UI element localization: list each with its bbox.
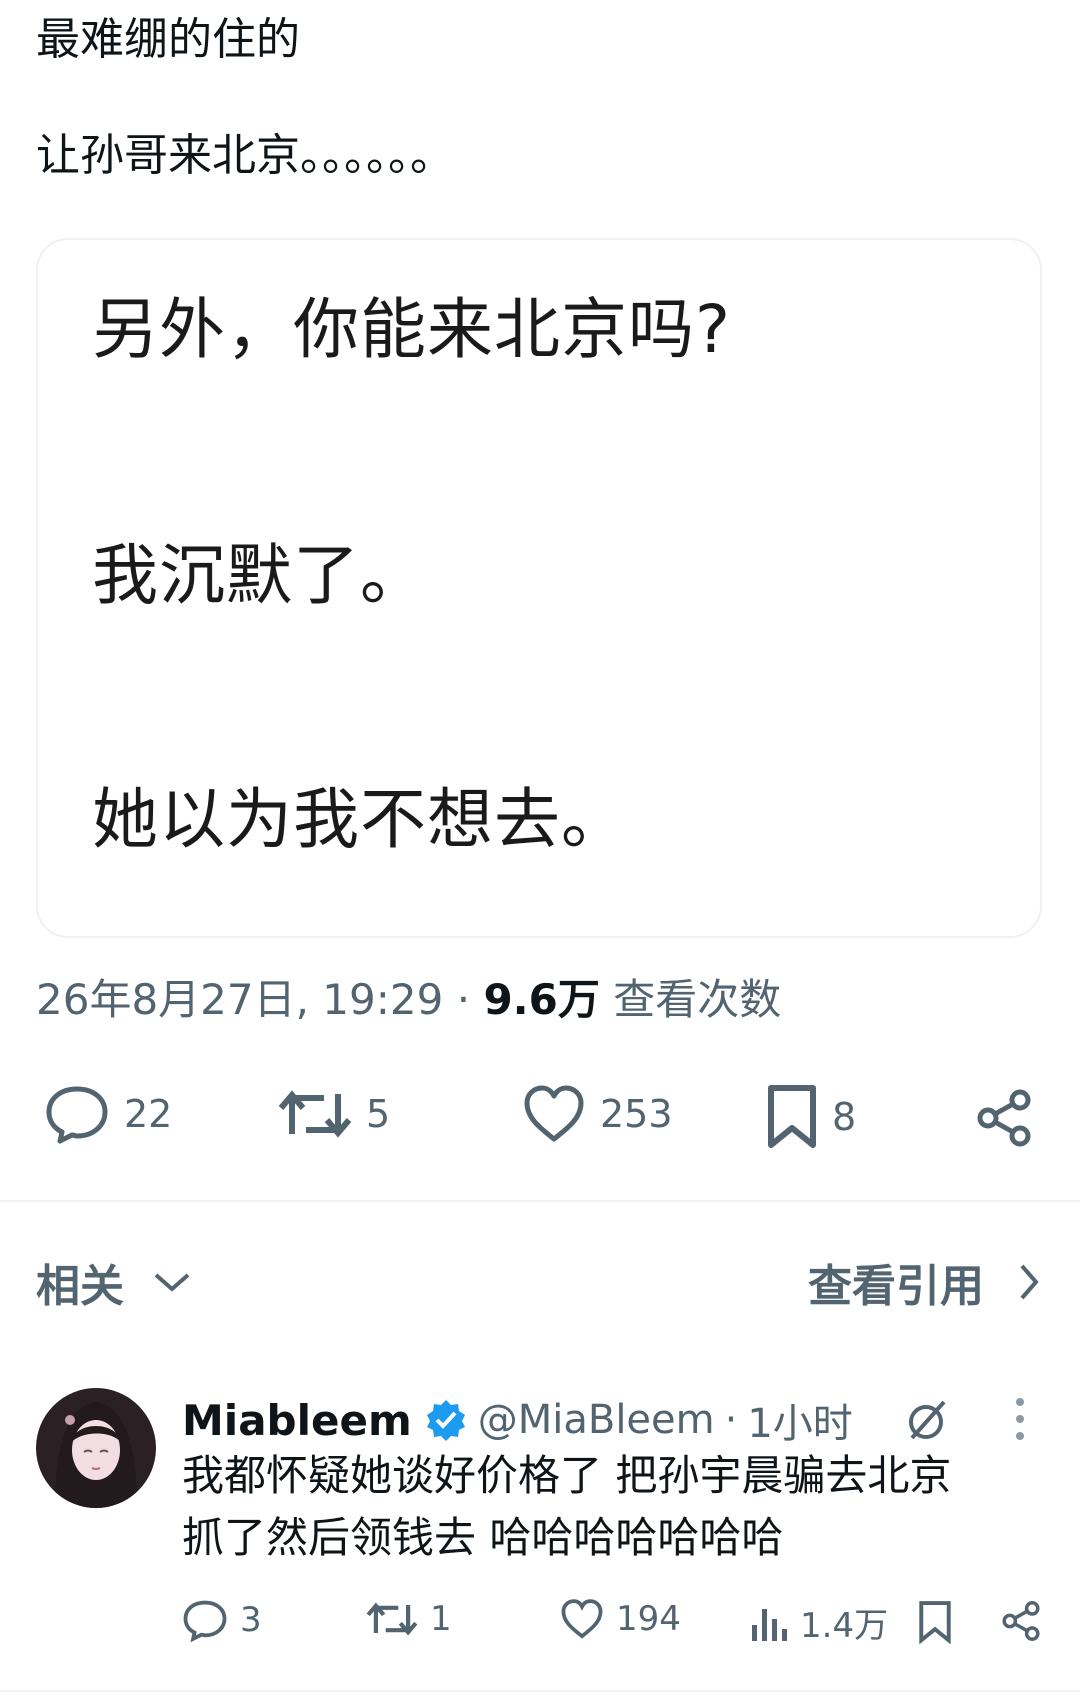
post-text-line-2: 让孙哥来北京。。。。。。 (36, 130, 454, 181)
heart-icon (561, 1599, 603, 1639)
reply-reply-count: 3 (240, 1600, 262, 1640)
quoted-image-card[interactable]: 另外，你能来北京吗? 我沉默了。 她以为我不想去。 (36, 238, 1042, 938)
avatar-illustration (54, 1402, 138, 1508)
quote-line-2: 我沉默了。 (92, 537, 427, 614)
post-text-line-1: 最难绷的住的 (36, 14, 300, 65)
retweet-count: 5 (366, 1092, 391, 1136)
grok-icon[interactable] (904, 1396, 952, 1444)
view-count: 9.6万 (483, 975, 600, 1024)
reply-text-line-1: 我都怀疑她谈好价格了 把孙宇晨骗去北京 (182, 1451, 952, 1500)
reply-reply-button[interactable]: 3 (182, 1598, 262, 1642)
post-meta: 26年8月27日, 19:29 · 9.6万 查看次数 (36, 972, 781, 1028)
share-icon[interactable] (1000, 1600, 1042, 1642)
reply-view-count: 1.4万 (800, 1606, 889, 1646)
bookmark-count: 8 (832, 1095, 857, 1139)
reply-button[interactable]: 22 (44, 1084, 172, 1144)
share-icon (977, 1089, 1031, 1147)
chevron-right-icon (1020, 1264, 1039, 1300)
like-button[interactable]: 253 (522, 1084, 673, 1144)
bookmark-button[interactable]: 8 (766, 1084, 856, 1150)
reply-author-handle[interactable]: @MiaBleem (478, 1397, 715, 1443)
avatar[interactable] (36, 1388, 156, 1508)
reply-views-button[interactable]: 1.4万 (750, 1598, 888, 1647)
quote-line-3: 她以为我不想去。 (92, 781, 628, 858)
bookmark-icon[interactable] (918, 1600, 952, 1644)
retweet-button[interactable]: 5 (278, 1084, 390, 1144)
section-divider (0, 1200, 1080, 1202)
related-label: 相关 (36, 1261, 124, 1312)
heart-icon (524, 1085, 584, 1142)
reply-text-line-2: 抓了然后领钱去 哈哈哈哈哈哈哈 (182, 1513, 784, 1562)
reply-author-name[interactable]: Miableem (182, 1396, 412, 1445)
related-toggle[interactable]: 相关 (36, 1250, 194, 1314)
view-count-label: 查看次数 (613, 975, 782, 1024)
like-count: 253 (600, 1092, 673, 1136)
reply-like-count: 194 (616, 1599, 681, 1639)
bottom-divider (0, 1690, 1080, 1692)
reply-time[interactable]: 1小时 (747, 1391, 852, 1449)
retweet-icon (278, 1090, 352, 1138)
reply-dot: · (724, 1397, 738, 1443)
verified-badge-icon (426, 1400, 465, 1441)
share-button[interactable] (974, 1088, 1034, 1148)
retweet-icon (366, 1602, 418, 1636)
reply-icon (46, 1086, 108, 1144)
more-options-icon[interactable] (1010, 1394, 1030, 1444)
reply-like-button[interactable]: 194 (560, 1598, 681, 1640)
meta-separator: · (456, 975, 471, 1024)
bookmark-icon (768, 1085, 816, 1148)
reply-icon (183, 1600, 227, 1642)
reply-retweet-count: 1 (430, 1599, 452, 1639)
view-quotes-label: 查看引用 (808, 1261, 984, 1312)
chevron-down-icon (154, 1273, 190, 1292)
reply-header: Miableem @MiaBleem · 1小时 (182, 1390, 853, 1450)
post-timestamp[interactable]: 26年8月27日, 19:29 (36, 975, 443, 1024)
reply-retweet-button[interactable]: 1 (366, 1598, 452, 1640)
view-quotes-link[interactable]: 查看引用 (808, 1250, 1044, 1314)
quote-line-1: 另外，你能来北京吗? (92, 291, 732, 368)
views-chart-icon (752, 1608, 787, 1641)
reply-count: 22 (124, 1092, 173, 1136)
